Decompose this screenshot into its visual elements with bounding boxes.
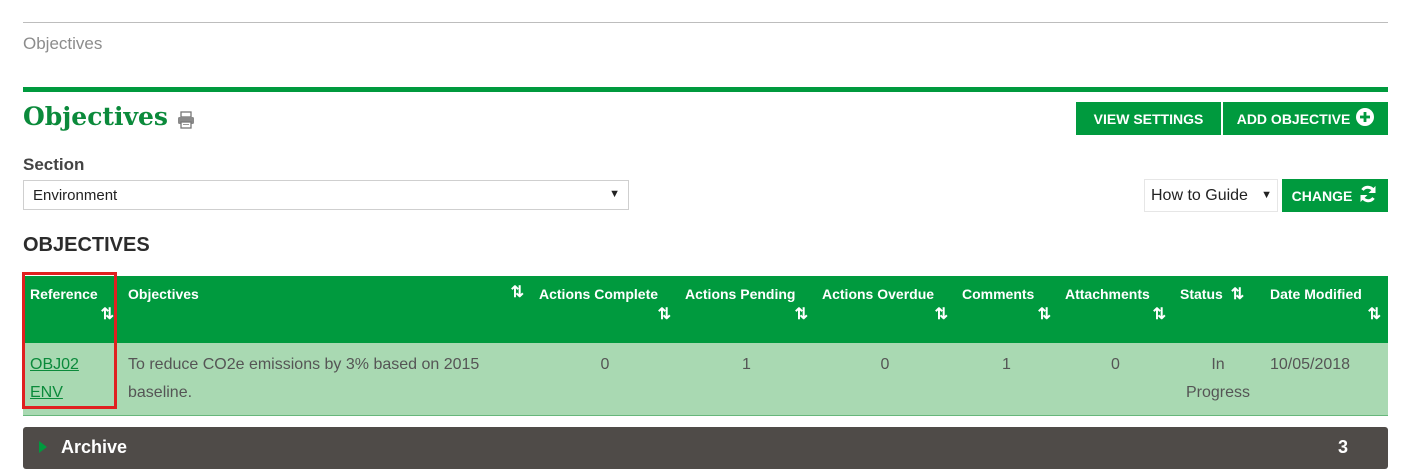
section-label: Section: [23, 155, 85, 174]
cell-attachments: 0: [1111, 356, 1120, 373]
sort-icon[interactable]: ⇅: [30, 306, 114, 324]
guide-selected-value: How to Guide: [1151, 187, 1248, 204]
section-select[interactable]: Environment ▼: [23, 180, 629, 210]
col-header-reference[interactable]: Reference ⇅: [23, 276, 121, 343]
col-header-comments[interactable]: Comments ⇅: [955, 276, 1058, 343]
chevron-down-icon: ▼: [1261, 189, 1272, 201]
sort-icon[interactable]: ⇅: [822, 306, 948, 324]
cell-actions-pending: 1: [742, 356, 751, 373]
cell-status: In Progress: [1185, 356, 1251, 401]
breadcrumb[interactable]: Objectives: [23, 34, 102, 54]
sort-icon[interactable]: ⇅: [539, 306, 671, 324]
view-settings-button[interactable]: VIEW SETTINGS: [1076, 102, 1221, 135]
page-title: Objectives: [23, 102, 168, 131]
col-header-status[interactable]: Status ⇅: [1173, 276, 1263, 343]
sort-icon[interactable]: ⇅: [511, 284, 524, 302]
add-objective-button[interactable]: ADD OBJECTIVE: [1223, 102, 1388, 135]
col-header-actions-pending[interactable]: Actions Pending ⇅: [678, 276, 815, 343]
sort-icon[interactable]: ⇅: [1270, 306, 1381, 324]
cell-actions-complete: 0: [600, 356, 610, 373]
col-header-date-modified[interactable]: Date Modified ⇅: [1263, 276, 1388, 343]
how-to-guide-select[interactable]: How to Guide ▼: [1144, 179, 1278, 212]
reference-link[interactable]: OBJ02 ENV: [30, 356, 79, 401]
sort-icon[interactable]: ⇅: [685, 306, 808, 324]
sort-icon[interactable]: ⇅: [1231, 286, 1244, 304]
cell-reference: OBJ02 ENV: [23, 343, 121, 416]
col-header-actions-complete[interactable]: Actions Complete ⇅: [532, 276, 678, 343]
sort-icon[interactable]: ⇅: [962, 306, 1051, 324]
plus-circle-icon: [1356, 108, 1375, 129]
objectives-table: Reference ⇅ Objectives ⇅ Actions Complete ⇅…: [23, 276, 1388, 416]
archive-label: Archive: [61, 437, 128, 457]
archive-count: 3: [1337, 437, 1348, 457]
print-icon[interactable]: [176, 107, 196, 129]
cell-comments: 1: [1002, 356, 1011, 373]
view-settings-label: VIEW SETTINGS: [1093, 110, 1204, 127]
col-header-attachments[interactable]: Attachments ⇅: [1058, 276, 1173, 343]
archive-panel[interactable]: Archive 3: [23, 427, 1388, 469]
triangle-right-icon: [39, 441, 47, 453]
objectives-heading: OBJECTIVES: [23, 234, 150, 256]
cell-objective: To reduce CO2e emissions by 3% based on …: [128, 356, 480, 401]
chevron-down-icon: ▼: [609, 188, 620, 200]
table-row: OBJ02 ENV To reduce CO2e emissions by 3%…: [23, 343, 1388, 416]
section-selected-value: Environment: [33, 187, 118, 204]
table-header-row: Reference ⇅ Objectives ⇅ Actions Complete ⇅…: [23, 276, 1388, 343]
top-divider: [23, 22, 1388, 23]
cell-actions-overdue: 0: [880, 356, 890, 373]
header-bar: [23, 87, 1388, 92]
change-button[interactable]: CHANGE: [1282, 179, 1388, 212]
col-header-actions-overdue[interactable]: Actions Overdue ⇅: [815, 276, 955, 343]
col-header-objectives[interactable]: Objectives ⇅: [121, 276, 532, 343]
refresh-icon: [1358, 184, 1378, 207]
cell-date-modified: 10/05/2018: [1270, 356, 1351, 373]
add-objective-label: ADD OBJECTIVE: [1236, 110, 1351, 127]
sort-icon[interactable]: ⇅: [1065, 306, 1166, 324]
page-title-row: Objectives: [23, 102, 196, 131]
change-label: CHANGE: [1291, 187, 1353, 204]
